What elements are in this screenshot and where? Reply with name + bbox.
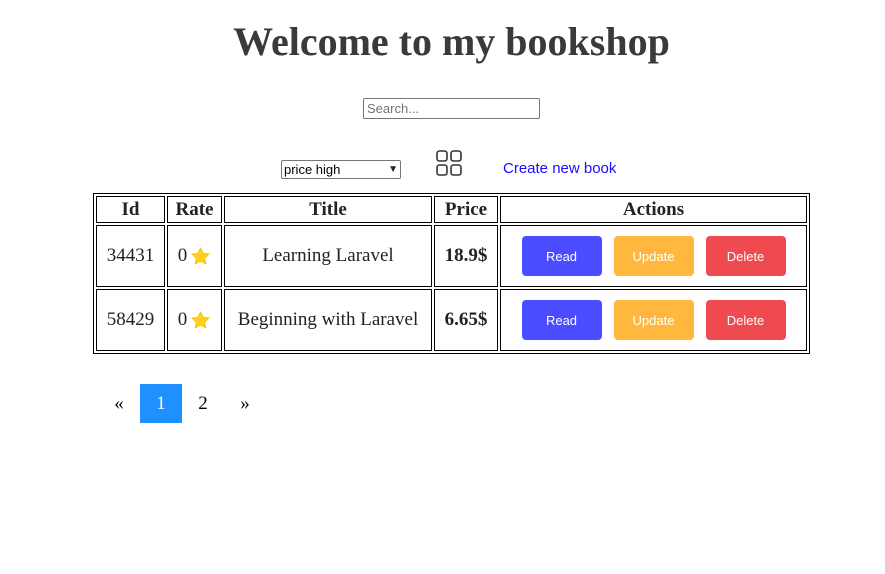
read-button[interactable]: Read bbox=[521, 300, 602, 340]
book-actions: Read Update Delete bbox=[500, 289, 807, 351]
grid-view-icon[interactable] bbox=[435, 149, 463, 177]
book-id: 58429 bbox=[96, 289, 165, 351]
column-header-id: Id bbox=[96, 196, 165, 223]
table-row: 58429 0 Beginning with Laravel 6.65$ Rea… bbox=[96, 289, 807, 351]
search-input[interactable] bbox=[363, 98, 540, 119]
book-actions: Read Update Delete bbox=[500, 225, 807, 287]
read-button[interactable]: Read bbox=[521, 236, 602, 276]
table-header-row: Id Rate Title Price Actions bbox=[96, 196, 807, 223]
pagination-page-2[interactable]: 2 bbox=[182, 384, 224, 423]
pagination: « 1 2 » bbox=[98, 384, 266, 423]
book-price: 6.65$ bbox=[434, 289, 498, 351]
page: Welcome to my bookshop price high ▼ Crea… bbox=[0, 0, 885, 574]
column-header-rate: Rate bbox=[167, 196, 222, 223]
sort-select-value: price high bbox=[284, 162, 341, 177]
page-title: Welcome to my bookshop bbox=[233, 19, 670, 64]
column-header-title: Title bbox=[224, 196, 432, 223]
book-id: 34431 bbox=[96, 225, 165, 287]
chevron-down-icon: ▼ bbox=[388, 164, 398, 175]
book-title: Learning Laravel bbox=[224, 225, 432, 287]
pagination-prev[interactable]: « bbox=[98, 384, 140, 423]
delete-button[interactable]: Delete bbox=[705, 300, 786, 340]
rate-value: 0 bbox=[177, 309, 188, 330]
star-icon bbox=[191, 310, 210, 328]
update-button[interactable]: Update bbox=[613, 236, 694, 276]
book-price: 18.9$ bbox=[434, 225, 498, 287]
table-row: 34431 0 Learning Laravel 18.9$ Read Upda… bbox=[96, 225, 807, 287]
column-header-price: Price bbox=[434, 196, 498, 223]
column-header-actions: Actions bbox=[500, 196, 807, 223]
books-table: Id Rate Title Price Actions 34431 0 Lear… bbox=[93, 193, 810, 354]
rate-value: 0 bbox=[177, 245, 188, 266]
book-title: Beginning with Laravel bbox=[224, 289, 432, 351]
star-icon bbox=[191, 246, 210, 264]
sort-select[interactable]: price high ▼ bbox=[281, 160, 401, 179]
pagination-next[interactable]: » bbox=[224, 384, 266, 423]
book-rate: 0 bbox=[167, 289, 222, 351]
update-button[interactable]: Update bbox=[613, 300, 694, 340]
create-new-book-link[interactable]: Create new book bbox=[503, 159, 616, 179]
delete-button[interactable]: Delete bbox=[705, 236, 786, 276]
book-rate: 0 bbox=[167, 225, 222, 287]
pagination-page-1[interactable]: 1 bbox=[140, 384, 182, 423]
